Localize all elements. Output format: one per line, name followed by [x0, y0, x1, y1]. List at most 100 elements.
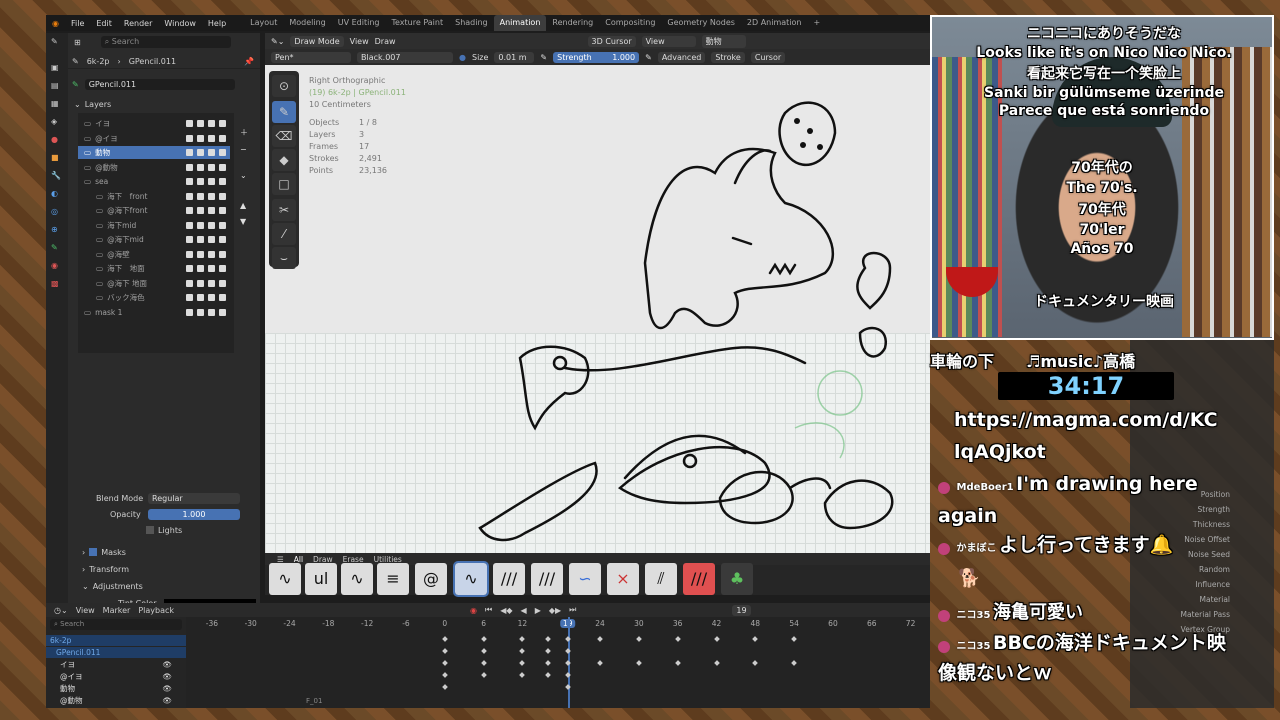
lock-icon[interactable] [219, 250, 226, 258]
box-tool-icon[interactable]: □ [272, 173, 296, 195]
move-layer-up-icon[interactable]: ▲ [240, 201, 252, 213]
brush-thumbnail[interactable]: /// [683, 563, 715, 595]
keyframe[interactable] [480, 672, 487, 678]
keyframe[interactable] [441, 648, 448, 654]
brush-thumbnail[interactable]: /// [493, 563, 525, 595]
layer-row[interactable]: ▭ 海下mid [78, 219, 230, 232]
layer-row[interactable]: ▭ @イヨ [78, 132, 230, 145]
opacity-slider[interactable]: 1.000 [148, 508, 240, 520]
next-key-icon[interactable]: ◆▶ [549, 606, 561, 615]
visibility-icon[interactable]: 👁 [162, 660, 172, 669]
play-icon[interactable]: ▶ [535, 606, 541, 615]
data-name-field[interactable]: GPencil.011 [84, 78, 235, 90]
keyframe[interactable] [545, 648, 552, 654]
add-layer-button[interactable]: ＋ [240, 127, 252, 139]
search-input[interactable]: ⌕ Search [100, 36, 231, 48]
lock-icon[interactable] [219, 163, 226, 171]
mask-icon[interactable] [186, 294, 193, 301]
tab-geometry-nodes[interactable]: Geometry Nodes [661, 15, 740, 31]
brush-thumbnail[interactable]: ♣ [721, 563, 753, 595]
mask-icon[interactable] [186, 134, 193, 142]
eye-icon[interactable] [208, 134, 215, 142]
onion-icon[interactable] [197, 279, 204, 287]
output-tab-icon[interactable]: ▤ [51, 81, 59, 90]
mask-icon[interactable] [186, 279, 193, 287]
keyframe[interactable] [480, 636, 487, 642]
brush-thumbnail[interactable]: ≡ [377, 563, 409, 595]
onion-icon[interactable] [197, 120, 204, 127]
tab-compositing[interactable]: Compositing [599, 15, 661, 31]
layer-row[interactable]: ▭ 海下 front [78, 190, 230, 203]
keyframe[interactable] [636, 660, 642, 666]
erase-tool-icon[interactable]: ⌫ [272, 125, 296, 147]
layer-row[interactable]: ▭ @海壁 [78, 248, 230, 261]
transform-expand-icon[interactable]: › [82, 565, 85, 574]
layer-row[interactable]: ▭ イヨ [78, 117, 230, 130]
layer-row[interactable]: ▭ sea [78, 175, 230, 188]
channel-row[interactable]: GPencil.011 [46, 647, 186, 658]
tab-modeling[interactable]: Modeling [283, 15, 331, 31]
keyframe[interactable] [441, 684, 448, 690]
keyframe[interactable] [752, 636, 759, 642]
tab-animation[interactable]: Animation [493, 15, 547, 31]
keyframe[interactable] [713, 660, 720, 666]
keyframe[interactable] [597, 660, 603, 666]
data-tab-icon[interactable]: ✎ [51, 243, 58, 252]
breadcrumb-object[interactable]: GPencil.011 [129, 57, 176, 66]
keyframe[interactable] [441, 660, 448, 666]
view-layer-tab-icon[interactable]: ▦ [51, 99, 59, 108]
menu-help[interactable]: Help [202, 19, 232, 28]
current-frame-field[interactable]: 19 [732, 604, 751, 616]
mask-icon[interactable] [186, 120, 193, 127]
cutter-tool-icon[interactable]: ✂ [272, 199, 296, 221]
channel-row[interactable]: 動物 👁 [46, 683, 186, 694]
marker-menu[interactable]: Marker [103, 606, 131, 615]
visibility-icon[interactable]: 👁 [162, 696, 172, 705]
lock-icon[interactable] [219, 265, 226, 272]
prev-key-icon[interactable]: ◀◆ [500, 606, 512, 615]
play-reverse-icon[interactable]: ◀ [521, 606, 527, 615]
3d-viewport[interactable]: ✎⌄ Draw Mode View Draw 3D Cursor View 動物… [265, 33, 930, 553]
menu-file[interactable]: File [65, 19, 90, 28]
fx-tab-icon[interactable]: ◐ [51, 189, 58, 198]
visibility-icon[interactable]: 👁 [162, 672, 172, 681]
world-tab-icon[interactable]: ● [51, 135, 58, 144]
keyframe[interactable] [674, 660, 681, 666]
fill-tool-icon[interactable]: ◆ [272, 149, 296, 171]
adjustments-label[interactable]: Adjustments [93, 582, 143, 591]
tab-2d-animation[interactable]: 2D Animation [741, 15, 808, 31]
playback-menu[interactable]: Playback [138, 606, 174, 615]
brush-thumbnail[interactable]: ⨯ [607, 563, 639, 595]
eye-icon[interactable] [208, 308, 215, 316]
eye-icon[interactable] [208, 149, 215, 156]
jump-start-icon[interactable]: ⏮ [485, 605, 492, 615]
channel-row[interactable]: @イヨ 👁 [46, 671, 186, 682]
layer-row[interactable]: ▭ mask 1 [78, 306, 230, 319]
tab-rendering[interactable]: Rendering [546, 15, 599, 31]
mask-icon[interactable] [186, 250, 193, 258]
mask-icon[interactable] [186, 207, 193, 214]
mask-icon[interactable] [186, 221, 193, 229]
layers-collapse-icon[interactable]: ⌄ [74, 100, 81, 109]
keyframe[interactable] [519, 648, 526, 654]
adjustments-expand-icon[interactable]: ⌄ [82, 582, 89, 591]
onion-icon[interactable] [197, 192, 204, 200]
layer-specials-icon[interactable]: ⌄ [240, 171, 252, 183]
blend-mode-select[interactable]: Regular [148, 492, 240, 504]
onion-icon[interactable] [197, 236, 204, 243]
brush-thumbnail[interactable]: ∽ [569, 563, 601, 595]
brush-thumbnail[interactable]: ∿ [341, 563, 373, 595]
onion-icon[interactable] [197, 221, 204, 229]
move-layer-down-icon[interactable]: ▼ [240, 217, 252, 229]
onion-icon[interactable] [197, 134, 204, 142]
keyframe[interactable] [752, 660, 759, 666]
onion-icon[interactable] [197, 149, 204, 156]
scene-tab-icon[interactable]: ◈ [51, 117, 57, 126]
transform-label[interactable]: Transform [89, 565, 129, 574]
onion-icon[interactable] [197, 250, 204, 258]
layer-row[interactable]: ▭ 動物 [78, 146, 230, 159]
lock-icon[interactable] [219, 192, 226, 200]
keyframe[interactable] [791, 660, 797, 666]
brush-thumbnail[interactable]: /// [531, 563, 563, 595]
draw-tool-icon[interactable]: ✎ [272, 101, 296, 123]
